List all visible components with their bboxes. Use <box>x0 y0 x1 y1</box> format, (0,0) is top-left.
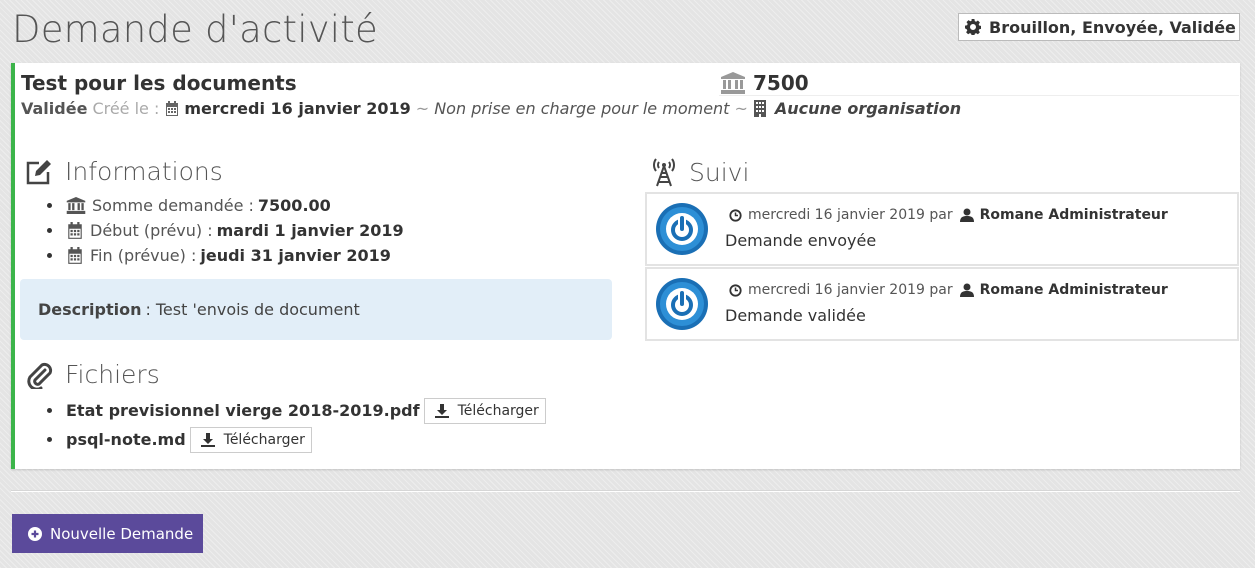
request-title: Test pour les documents <box>21 71 297 95</box>
clock-icon <box>729 208 742 222</box>
handling-status: Non prise en charge pour le moment <box>434 99 730 118</box>
calendar-icon <box>68 246 82 264</box>
bullet <box>47 253 52 258</box>
amount-value: 7500.00 <box>257 196 331 215</box>
timeline-date: mercredi 16 janvier 2019 par <box>748 207 953 223</box>
divider <box>11 491 1240 492</box>
description-separator: : <box>145 300 151 319</box>
created-label: Créé le : <box>92 99 160 118</box>
amount-label: Somme demandée : <box>92 196 254 215</box>
request-card: Test pour les documents 7500 Validée Cré… <box>11 63 1240 469</box>
list-item: Somme demandée : 7500.00 <box>47 193 404 218</box>
power-icon <box>656 278 708 330</box>
timeline-user: Romane Administrateur <box>979 207 1168 223</box>
list-item: Fin (prévue) : jeudi 31 janvier 2019 <box>47 243 404 268</box>
calendar-icon <box>68 221 82 239</box>
status-filter-button[interactable]: Brouillon, Envoyée, Validée <box>958 13 1240 41</box>
timeline-user: Romane Administrateur <box>979 282 1168 298</box>
list-item: psql-note.md Télécharger <box>47 425 546 454</box>
separator: ~ <box>415 99 430 118</box>
list-item: Début (prévu) : mardi 1 janvier 2019 <box>47 218 404 243</box>
bank-icon <box>66 197 86 214</box>
power-icon <box>656 203 708 255</box>
informations-list: Somme demandée : 7500.00 Début (prévu) :… <box>47 193 404 268</box>
download-button[interactable]: Télécharger <box>423 397 546 424</box>
bullet <box>47 203 52 208</box>
timeline-message: Demande validée <box>725 306 866 325</box>
bullet <box>47 437 52 442</box>
timeline-meta: mercredi 16 janvier 2019 par Romane Admi… <box>729 207 1168 223</box>
informations-title: Informations <box>65 157 223 186</box>
new-request-label: Nouvelle Demande <box>50 524 194 543</box>
description-label: Description <box>38 300 142 319</box>
new-request-button[interactable]: Nouvelle Demande <box>12 514 203 553</box>
header-divider <box>719 95 1239 96</box>
file-name: psql-note.md <box>66 430 186 449</box>
request-amount: 7500 <box>721 71 809 95</box>
gear-icon <box>965 19 981 35</box>
download-label: Télécharger <box>223 431 305 448</box>
files-list: Etat previsionnel vierge 2018-2019.pdf T… <box>47 396 546 454</box>
fichiers-heading: Fichiers <box>25 360 160 389</box>
paperclip-icon <box>27 362 53 389</box>
edit-icon <box>26 159 51 184</box>
timeline-meta: mercredi 16 janvier 2019 par Romane Admi… <box>729 282 1168 298</box>
status-filter-label: Brouillon, Envoyée, Validée <box>989 17 1236 37</box>
fichiers-title: Fichiers <box>65 360 160 389</box>
suivi-title: Suivi <box>689 157 750 187</box>
timeline-message: Demande envoyée <box>725 231 877 250</box>
list-item: Etat previsionnel vierge 2018-2019.pdf T… <box>47 396 546 425</box>
start-value: mardi 1 janvier 2019 <box>216 221 404 240</box>
page-title: Demande d'activité <box>12 8 378 51</box>
bullet <box>47 408 52 413</box>
bank-icon <box>721 72 745 94</box>
download-label: Télécharger <box>457 402 539 419</box>
bullet <box>47 228 52 233</box>
calendar-icon <box>164 100 180 117</box>
description-text: Test 'envois de document <box>155 300 360 319</box>
status-badge: Validée <box>21 99 88 118</box>
user-icon <box>959 283 974 297</box>
timeline-item: mercredi 16 janvier 2019 par Romane Admi… <box>645 192 1239 266</box>
timeline-date: mercredi 16 janvier 2019 par <box>748 282 953 298</box>
timeline-item: mercredi 16 janvier 2019 par Romane Admi… <box>645 267 1239 341</box>
request-meta: Validée Créé le : mercredi 16 janvier 20… <box>21 99 961 118</box>
created-date: mercredi 16 janvier 2019 <box>184 99 411 118</box>
description-box: Description : Test 'envois de document <box>20 279 612 340</box>
separator: ~ <box>734 99 748 118</box>
start-label: Début (prévu) : <box>90 221 213 240</box>
download-button[interactable]: Télécharger <box>189 426 312 453</box>
building-icon <box>753 100 767 117</box>
download-icon <box>200 432 215 447</box>
plus-circle-icon <box>28 526 42 541</box>
informations-heading: Informations <box>25 157 223 186</box>
end-label: Fin (prévue) : <box>90 246 197 265</box>
antenna-icon <box>653 158 675 187</box>
end-value: jeudi 31 janvier 2019 <box>200 246 391 265</box>
file-name: Etat previsionnel vierge 2018-2019.pdf <box>66 401 420 420</box>
user-icon <box>959 208 974 222</box>
request-amount-value: 7500 <box>753 71 809 95</box>
download-icon <box>434 403 449 418</box>
suivi-heading: Suivi <box>651 157 749 187</box>
organisation: Aucune organisation <box>774 99 962 118</box>
clock-icon <box>729 283 742 297</box>
